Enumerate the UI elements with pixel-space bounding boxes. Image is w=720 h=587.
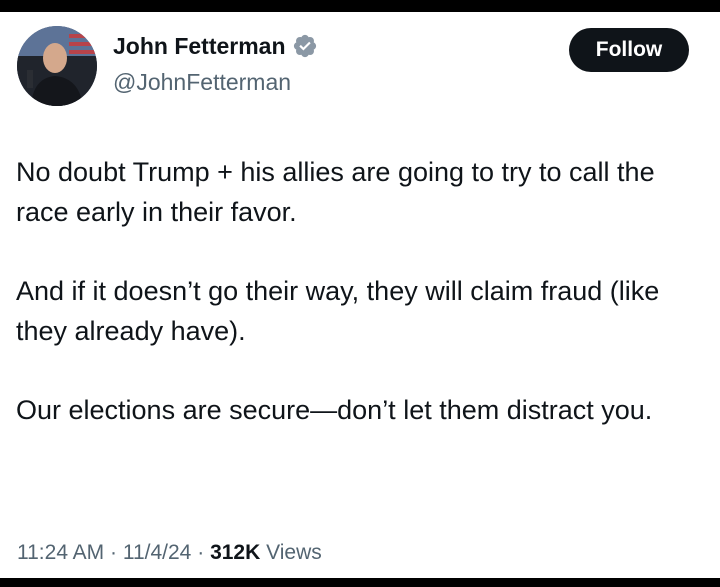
tweet-paragraph: Our elections are secure—don’t let them …	[16, 395, 653, 425]
tweet-card: John Fetterman @JohnFetterman Follow No …	[0, 12, 720, 578]
views-count: 312K	[210, 541, 261, 564]
author-name-row: John Fetterman	[113, 32, 318, 60]
tweet-date[interactable]: 11/4/24	[123, 541, 192, 564]
verified-badge-icon[interactable]	[292, 33, 318, 59]
author-name[interactable]: John Fetterman	[113, 32, 286, 60]
bottom-frame-bar	[0, 578, 720, 587]
avatar[interactable]	[17, 26, 97, 106]
top-frame-bar	[0, 0, 720, 12]
meta-separator: ·	[197, 541, 205, 564]
author-handle[interactable]: @JohnFetterman	[113, 68, 291, 96]
tweet-paragraph: And if it doesn’t go their way, they wil…	[16, 276, 660, 346]
avatar-image	[17, 26, 97, 106]
views-label: Views	[266, 541, 322, 564]
meta-separator: ·	[110, 541, 118, 564]
tweet-meta: 11:24 AM · 11/4/24 · 312K Views	[17, 539, 322, 567]
follow-button[interactable]: Follow	[569, 28, 689, 72]
tweet-time[interactable]: 11:24 AM	[17, 541, 104, 564]
tweet-paragraph: No doubt Trump + his allies are going to…	[16, 157, 655, 227]
tweet-text: No doubt Trump + his allies are going to…	[16, 152, 706, 430]
